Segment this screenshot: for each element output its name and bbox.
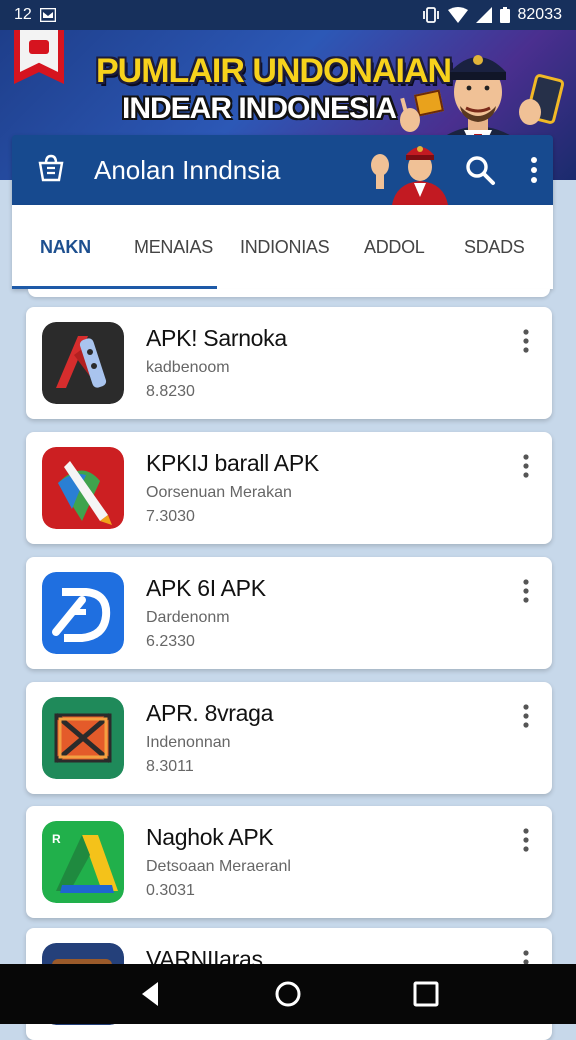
notification-icon	[39, 8, 56, 22]
more-vert-icon[interactable]	[518, 826, 534, 854]
app-name: APR. 8vraga	[146, 700, 274, 726]
status-bar: 12 82033	[0, 0, 576, 30]
app-subtitle: Detsoaan Meraeranl	[146, 858, 291, 875]
more-vert-icon[interactable]	[518, 577, 534, 605]
wifi-icon	[447, 7, 468, 23]
status-right-text: 82033	[517, 6, 563, 23]
app-name: APK! Sarnoka	[146, 325, 287, 351]
app-subtitle: kadbenoom	[146, 359, 230, 376]
list-item[interactable]: APR. 8vraga Indenonnan 8.3011	[26, 682, 552, 794]
svg-text:R: R	[52, 832, 61, 846]
app-version: 7.3030	[146, 508, 195, 525]
tab-addol[interactable]: ADDOL	[364, 237, 425, 258]
tab-nakn[interactable]: NAKN	[40, 237, 91, 258]
more-vert-icon[interactable]	[522, 152, 546, 188]
app-subtitle: Dardenonm	[146, 609, 230, 626]
app-version: 0.3031	[146, 882, 195, 899]
list-item[interactable]: R Naghok APK Detsoaan Meraeranl 0.3031	[26, 806, 552, 918]
app-subtitle: Oorsenuan Merakan	[146, 484, 292, 501]
tab-indionias[interactable]: INDIONIAS	[240, 237, 330, 258]
system-navbar	[0, 964, 576, 1024]
partial-card	[28, 289, 550, 297]
list-item[interactable]: APK 6I APK Dardenonm 6.2330	[26, 557, 552, 669]
more-vert-icon[interactable]	[518, 327, 534, 355]
app-version: 8.8230	[146, 383, 195, 400]
app-name: KPKIJ barall APK	[146, 450, 319, 476]
tab-menaias[interactable]: MENAIAS	[134, 237, 213, 258]
app-name: Naghok APK	[146, 824, 274, 850]
blue-d-icon	[42, 572, 124, 654]
red-pencil-icon	[42, 447, 124, 529]
tab-sdads[interactable]: SDADS	[464, 237, 525, 258]
more-vert-icon[interactable]	[518, 452, 534, 480]
toolbar-title: Anolan Inndnsia	[94, 155, 281, 185]
recents-icon[interactable]	[410, 978, 442, 1010]
green-envelope-icon	[42, 697, 124, 779]
more-vert-icon[interactable]	[518, 702, 534, 730]
app-subtitle: Indenonnan	[146, 734, 231, 751]
search-icon[interactable]	[462, 152, 498, 188]
app-version: 6.2330	[146, 633, 195, 650]
battery-icon	[499, 7, 510, 23]
category-tabs: NAKN MENAIAS INDIONIAS ADDOL SDADS	[12, 205, 553, 289]
green-drive-icon: R	[42, 821, 124, 903]
store-icon[interactable]	[36, 153, 66, 183]
dark-wrench-icon	[42, 322, 124, 404]
signal-icon	[475, 7, 492, 23]
app-version: 8.3011	[146, 758, 194, 775]
home-icon[interactable]	[272, 978, 304, 1010]
list-item[interactable]: KPKIJ barall APK Oorsenuan Merakan 7.303…	[26, 432, 552, 544]
officer-avatar	[371, 146, 448, 205]
app-toolbar: Anolan Inndnsia	[12, 135, 553, 205]
back-icon[interactable]	[136, 978, 168, 1010]
status-time: 12	[14, 6, 32, 23]
app-name: APK 6I APK	[146, 575, 266, 601]
banner-title-line2: INDEAR INDONESIA	[122, 92, 397, 125]
list-item[interactable]: APK! Sarnoka kadbenoom 8.8230	[26, 307, 552, 419]
flag-emblem	[29, 40, 49, 54]
vibrate-icon	[422, 7, 439, 23]
